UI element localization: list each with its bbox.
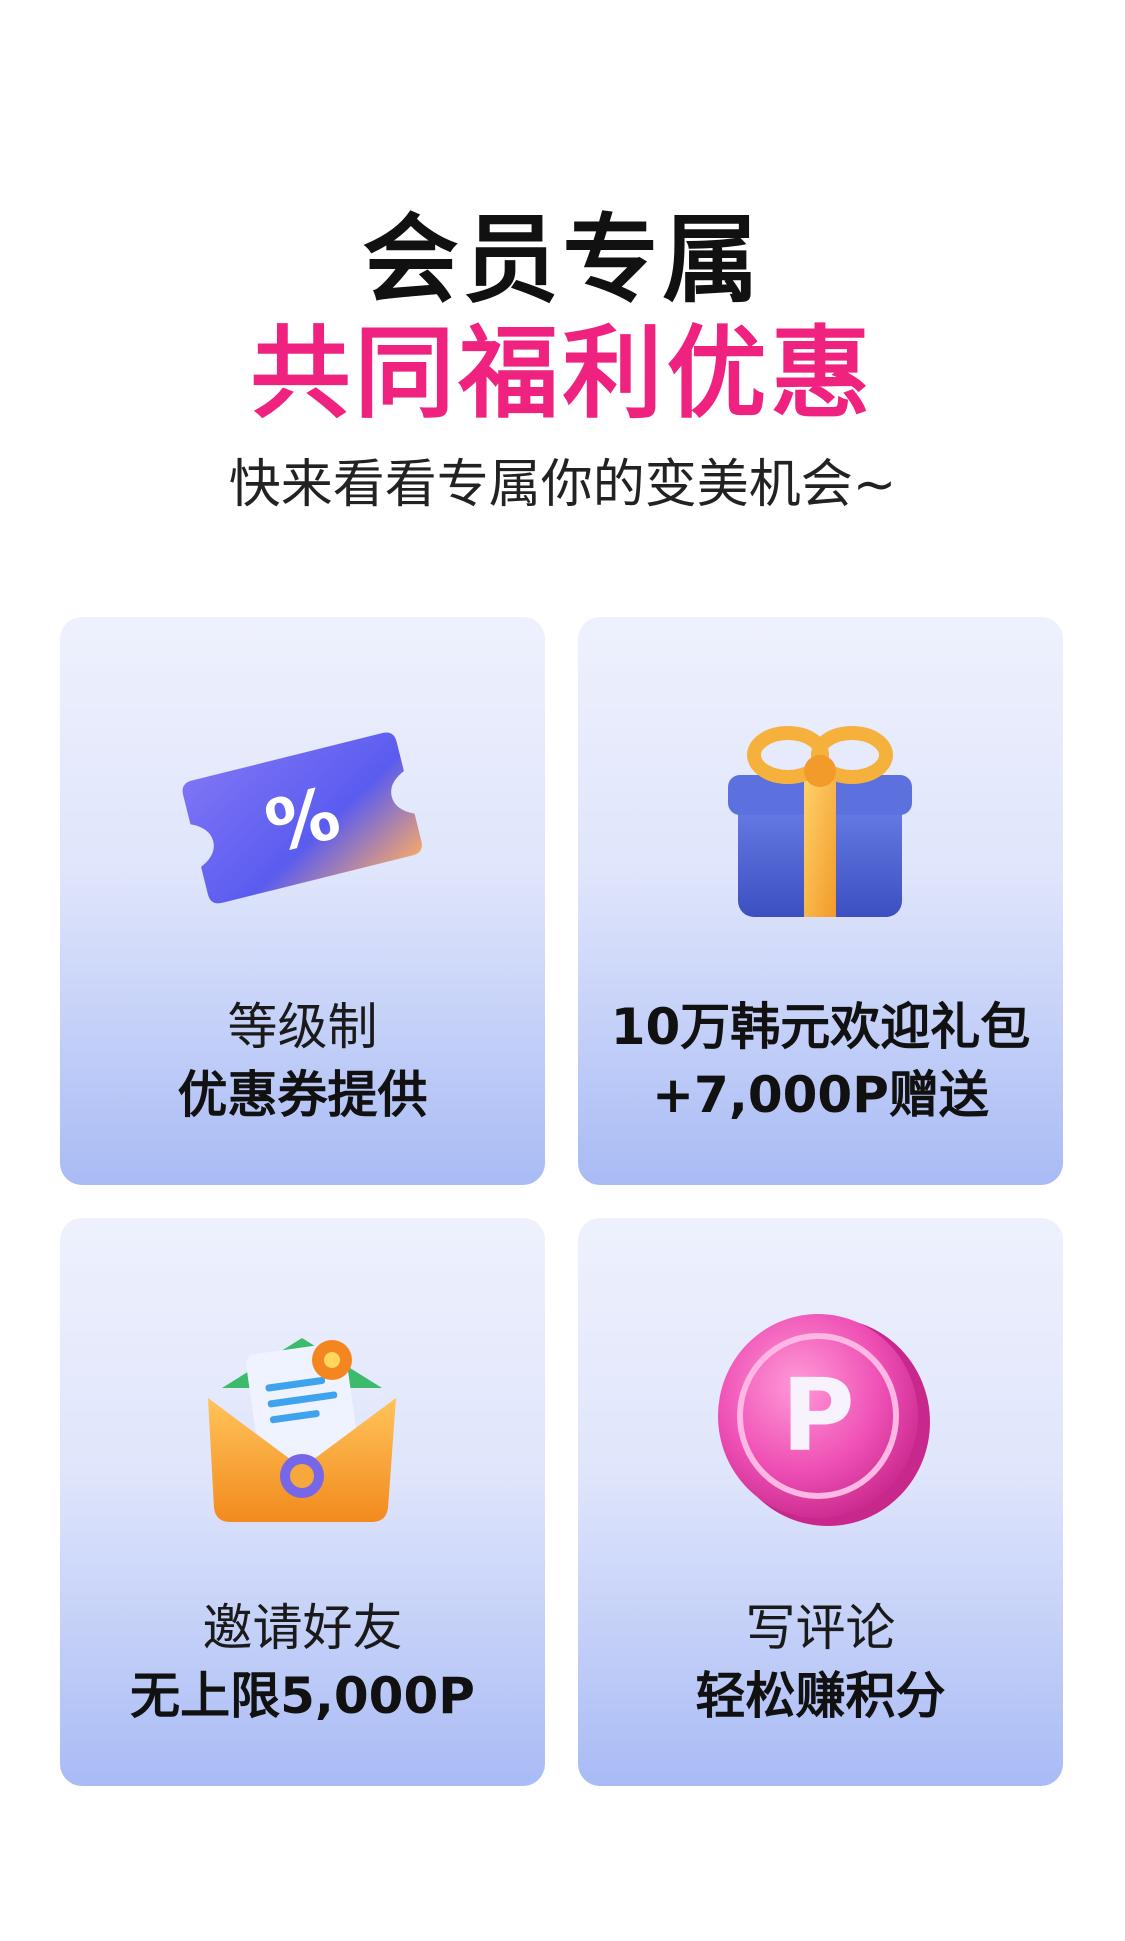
page-subtitle-highlight: 共同福利优惠 bbox=[250, 315, 875, 432]
benefit-description: +7,000P赠送 bbox=[652, 1066, 989, 1124]
benefit-title: 10万韩元欢迎礼包 bbox=[610, 998, 1031, 1056]
page-title: 会员专属 bbox=[362, 204, 763, 316]
points-coin-icon: P bbox=[718, 1314, 930, 1526]
benefit-title: 等级制 bbox=[227, 998, 378, 1056]
benefit-description: 优惠券提供 bbox=[177, 1066, 428, 1124]
gift-box-icon bbox=[728, 726, 912, 917]
benefit-description: 轻松赚积分 bbox=[695, 1667, 946, 1725]
benefit-card-review-points[interactable]: P 写评论 轻松赚积分 bbox=[578, 1218, 1063, 1786]
benefit-card-invite-friends[interactable]: 邀请好友 无上限5,000P bbox=[60, 1218, 545, 1786]
page-tagline: 快来看看专属你的变美机会~ bbox=[228, 455, 897, 515]
benefit-card-welcome-gift[interactable]: 10万韩元欢迎礼包 +7,000P赠送 bbox=[578, 617, 1063, 1185]
svg-text:P: P bbox=[781, 1357, 854, 1474]
benefit-title: 写评论 bbox=[745, 1599, 896, 1657]
benefit-title: 邀请好友 bbox=[202, 1599, 403, 1657]
benefit-description: 无上限5,000P bbox=[130, 1667, 475, 1725]
coupon-ticket-icon: % bbox=[182, 732, 422, 904]
benefit-card-coupon[interactable]: % 等级制 优惠券提供 bbox=[60, 617, 545, 1185]
envelope-letter-icon bbox=[208, 1338, 396, 1522]
